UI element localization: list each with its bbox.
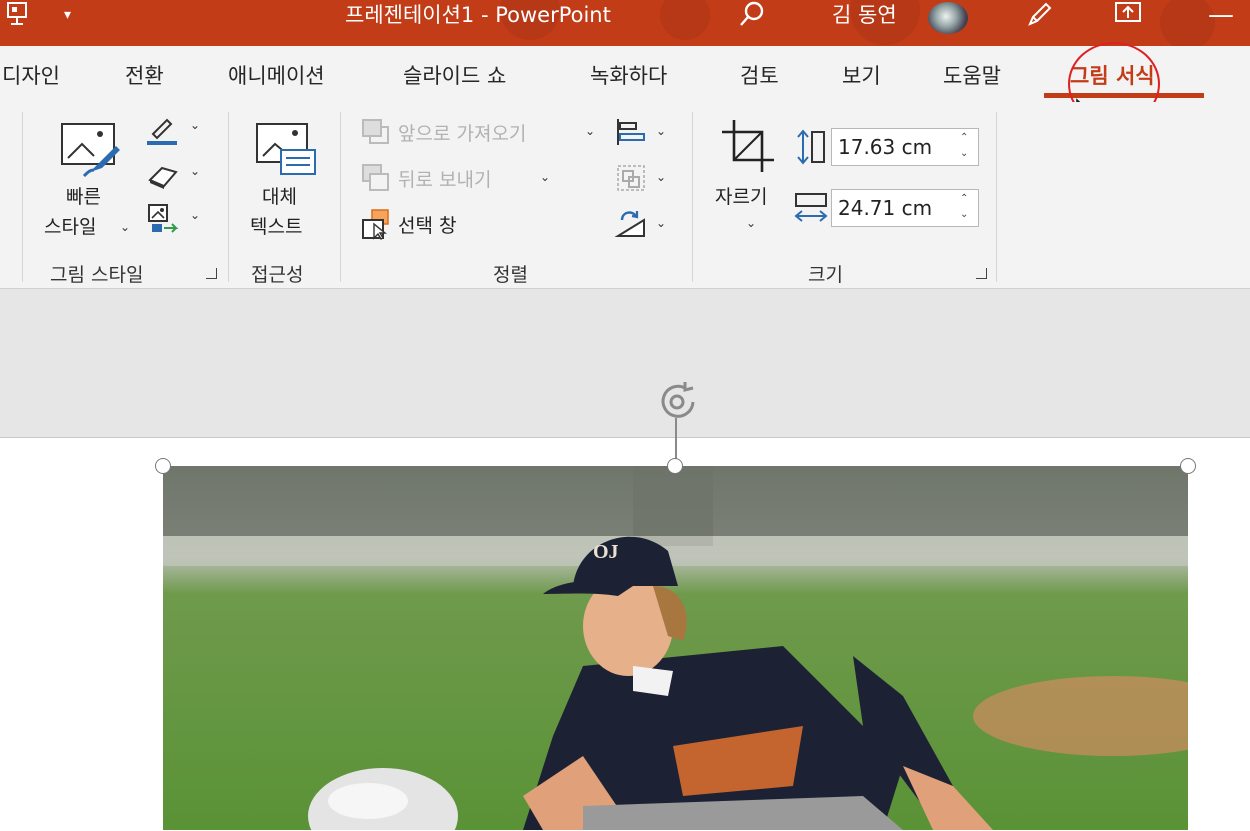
user-name[interactable]: 김 동연 bbox=[832, 0, 897, 34]
picture-style-icon bbox=[60, 120, 122, 182]
tab-record[interactable]: 녹화하다 bbox=[590, 60, 667, 90]
selection-pane-icon bbox=[360, 208, 394, 244]
ribbon-separator bbox=[228, 112, 229, 282]
spin-up-icon[interactable]: ⌃ bbox=[960, 194, 972, 204]
send-backward-icon bbox=[360, 162, 392, 198]
width-input[interactable] bbox=[838, 196, 948, 220]
avatar[interactable] bbox=[928, 2, 968, 34]
height-icon bbox=[794, 128, 828, 172]
chevron-down-icon: ⌄ bbox=[585, 124, 596, 138]
tab-view[interactable]: 보기 bbox=[842, 60, 881, 90]
presentation-icon[interactable] bbox=[6, 0, 30, 34]
alt-text-label-2: 텍스트 bbox=[250, 216, 303, 238]
spin-down-icon[interactable]: ⌄ bbox=[960, 210, 972, 220]
tab-design[interactable]: 디자인 bbox=[2, 60, 60, 90]
selected-picture[interactable]: OJ bbox=[163, 466, 1188, 830]
chevron-down-icon: ⌄ bbox=[540, 170, 551, 184]
tab-transitions[interactable]: 전환 bbox=[125, 60, 164, 90]
chevron-down-icon[interactable]: ⌄ bbox=[656, 216, 666, 230]
bring-forward-icon bbox=[360, 117, 392, 151]
chevron-down-icon: ⌄ bbox=[746, 216, 757, 230]
chevron-down-icon[interactable]: ⌄ bbox=[656, 124, 666, 138]
chevron-down-icon: ⌄ bbox=[656, 170, 667, 184]
picture-border-icon[interactable] bbox=[145, 114, 179, 150]
chevron-down-icon[interactable]: ⌄ bbox=[190, 164, 200, 178]
quick-styles-label: 빠른 bbox=[66, 186, 101, 208]
ribbon-separator bbox=[22, 112, 23, 282]
ribbon-separator bbox=[340, 112, 341, 282]
search-icon[interactable] bbox=[738, 0, 766, 34]
width-icon bbox=[794, 190, 828, 230]
dialog-launcher-icon[interactable] bbox=[206, 268, 217, 279]
group-label-arrange: 정렬 bbox=[493, 264, 528, 286]
resize-handle-top[interactable] bbox=[667, 458, 683, 474]
crop-icon bbox=[720, 118, 776, 178]
cap-logo: OJ bbox=[593, 541, 619, 563]
spin-down-icon[interactable]: ⌄ bbox=[960, 149, 972, 159]
ribbon: 빠른 스타일 ⌄ ⌄ ⌄ ⌄ 그림 스타일 대체 텍스트 접근성 앞으로 가져오… bbox=[0, 102, 1250, 289]
ribbon-separator bbox=[996, 112, 997, 282]
rotate-objects-icon[interactable] bbox=[614, 206, 648, 244]
bring-forward-label: 앞으로 가져오기 bbox=[398, 123, 527, 145]
group-label-picture-styles: 그림 스타일 bbox=[50, 264, 144, 286]
dialog-launcher-icon[interactable] bbox=[976, 268, 987, 279]
quick-styles-label-2: 스타일 bbox=[44, 216, 97, 238]
crop-label: 자르기 bbox=[715, 186, 768, 208]
chevron-down-icon[interactable]: ⌄ bbox=[190, 118, 200, 132]
alt-text-icon bbox=[255, 120, 317, 180]
group-label-size: 크기 bbox=[808, 264, 843, 286]
group-label-accessibility: 접근성 bbox=[251, 264, 304, 286]
quick-access-chevron-icon[interactable]: ▾ bbox=[64, 0, 71, 34]
picture-effects-icon[interactable] bbox=[146, 162, 180, 194]
alt-text-label: 대체 bbox=[262, 186, 297, 208]
pen-icon[interactable] bbox=[1024, 0, 1054, 34]
minimize-icon[interactable]: — bbox=[1208, 0, 1234, 34]
resize-handle-top-left[interactable] bbox=[155, 458, 171, 474]
picture-layout-icon[interactable] bbox=[146, 202, 182, 240]
baseball-photo: OJ bbox=[163, 466, 1188, 830]
chevron-down-icon: ⌄ bbox=[120, 220, 131, 234]
tab-slide-show[interactable]: 슬라이드 쇼 bbox=[403, 60, 506, 90]
window-title: 프레젠테이션1 - PowerPoint bbox=[345, 3, 611, 27]
chevron-down-icon[interactable]: ⌄ bbox=[190, 208, 200, 222]
width-field[interactable]: ⌃ ⌄ bbox=[831, 189, 979, 227]
tab-review[interactable]: 검토 bbox=[740, 60, 779, 90]
title-bar: ▾ 프레젠테이션1 - PowerPoint 김 동연 — bbox=[0, 0, 1250, 46]
send-backward-label: 뒤로 보내기 bbox=[398, 169, 492, 191]
resize-handle-top-right[interactable] bbox=[1180, 458, 1196, 474]
height-input[interactable] bbox=[838, 135, 948, 159]
spin-up-icon[interactable]: ⌃ bbox=[960, 133, 972, 143]
ribbon-separator bbox=[692, 112, 693, 282]
selection-pane-label: 선택 창 bbox=[398, 215, 457, 237]
tab-animations[interactable]: 애니메이션 bbox=[228, 60, 325, 90]
rotate-icon[interactable] bbox=[655, 380, 705, 426]
tab-help[interactable]: 도움말 bbox=[943, 60, 1001, 90]
height-field[interactable]: ⌃ ⌄ bbox=[831, 128, 979, 166]
group-icon[interactable] bbox=[614, 162, 648, 198]
share-icon[interactable] bbox=[1114, 0, 1142, 34]
align-icon[interactable] bbox=[614, 117, 648, 151]
